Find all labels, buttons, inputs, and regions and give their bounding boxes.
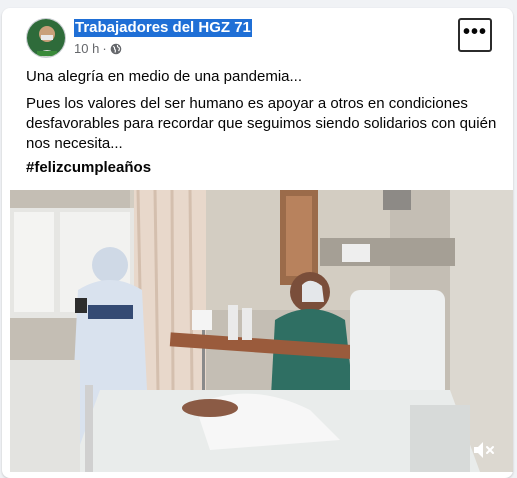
post-meta: 10 h · [74,41,122,57]
video-player[interactable] [10,190,513,472]
post-time[interactable]: 10 h [74,41,99,57]
post-card: Trabajadores del HGZ 71 10 h · ••• Una a… [2,8,513,478]
video-frame [10,190,513,472]
more-options-button[interactable]: ••• [458,18,492,52]
hashtag-link[interactable]: #felizcumpleaños [26,158,151,178]
page-name-link[interactable]: Trabajadores del HGZ 71 [74,19,252,37]
globe-icon [110,43,122,55]
avatar[interactable] [26,18,66,58]
post-text-line: Una alegría en medio de una pandemia... [26,68,303,85]
more-horizontal-icon: ••• [462,21,487,43]
volume-muted-icon[interactable] [471,438,497,462]
post-header: Trabajadores del HGZ 71 10 h · ••• [26,18,497,62]
post-text-paragraph: Pues los valores del ser humano es apoya… [26,95,497,152]
meta-separator: · [102,41,107,56]
